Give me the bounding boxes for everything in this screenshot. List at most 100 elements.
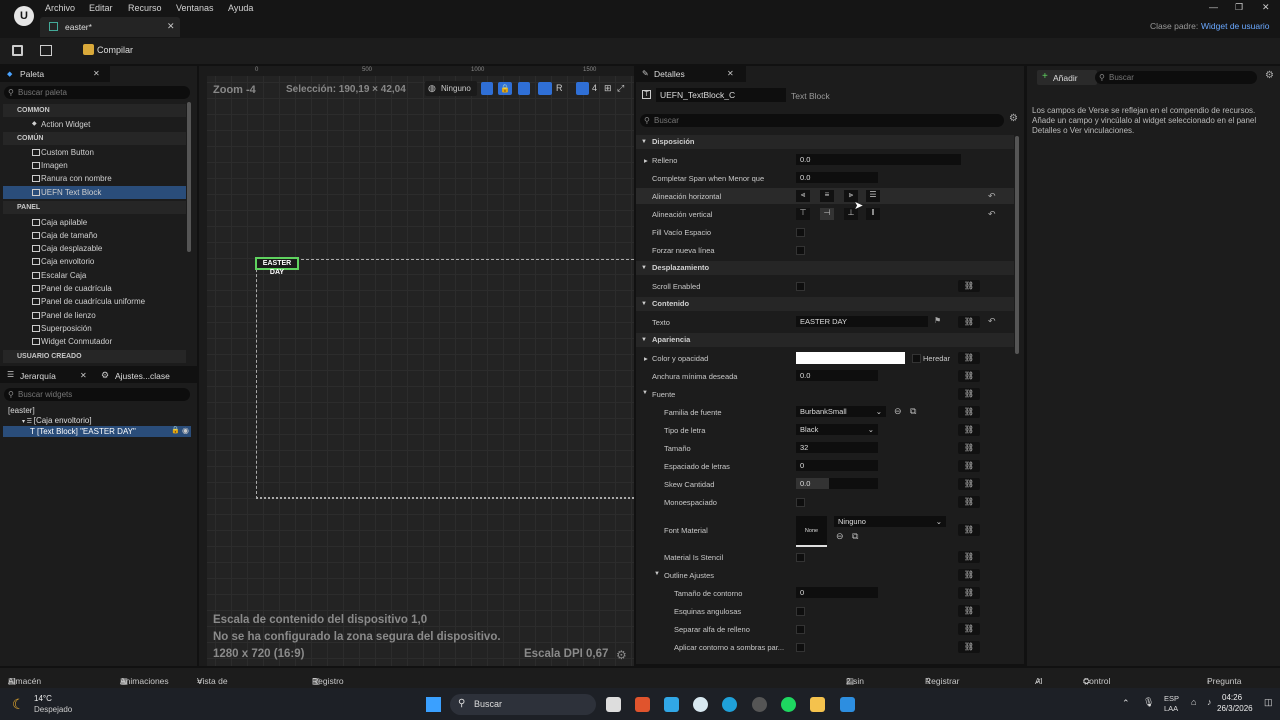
link-icon[interactable]: ⛓ [958, 370, 980, 382]
tree-node-root[interactable]: [easter] [8, 406, 35, 415]
details-scrollbar[interactable] [1015, 136, 1019, 354]
link-icon[interactable]: ⛓ [958, 496, 980, 508]
browse-icon[interactable] [40, 45, 52, 56]
widget-name-field[interactable]: UEFN_TextBlock_C [656, 88, 786, 102]
tray-chevron-icon[interactable]: ⌃ [1122, 698, 1130, 709]
verse-search[interactable]: ⚲ Buscar [1095, 71, 1257, 84]
palette-item-caja-tamano[interactable]: Caja de tamaño [3, 229, 186, 242]
parent-class-link[interactable]: Widget de usuario [1201, 21, 1270, 31]
material-dropdown[interactable]: Ninguno ⌄ [834, 516, 946, 527]
hierarchy-search-input[interactable]: Buscar widgets [18, 390, 72, 399]
weather-desc[interactable]: Despejado [34, 705, 72, 714]
localization-dropdown[interactable]: ◍ Ninguno [425, 81, 477, 96]
transform-toggle[interactable] [518, 82, 530, 95]
clock-time[interactable]: 04:26 [1222, 693, 1242, 702]
palette-close-icon[interactable]: ✕ [93, 69, 100, 78]
fit-icon[interactable]: ⊞ [604, 83, 612, 94]
tree-node-textblock[interactable]: T [Text Block] "EASTER DAY" 🔒 ◉ [3, 426, 191, 437]
lock-icon[interactable]: 🔒 [498, 82, 512, 95]
link-icon[interactable]: ⛓ [958, 352, 980, 364]
palette-item-superposicion[interactable]: Superposición [3, 322, 186, 335]
mono-checkbox[interactable] [796, 498, 805, 507]
inherit-checkbox[interactable] [912, 354, 921, 363]
menu-recurso[interactable]: Recurso [128, 3, 162, 13]
palette-search-input[interactable]: Buscar paleta [18, 88, 67, 97]
verse-search-input[interactable]: Buscar [1109, 73, 1134, 82]
browse-asset-icon[interactable]: ⊖ [836, 531, 844, 542]
separate-checkbox[interactable] [796, 625, 805, 634]
material-thumbnail[interactable]: None [796, 516, 827, 547]
palette-item-custom-button[interactable]: Custom Button [3, 146, 186, 159]
palette-item-panel-cuadricula-uniforme[interactable]: Panel de cuadrícula uniforme [3, 295, 186, 308]
asset-tab[interactable]: easter* ✕ [40, 17, 180, 37]
valign-top-icon[interactable]: ⊤ [796, 208, 810, 220]
color-swatch[interactable] [796, 352, 905, 364]
github-icon[interactable] [752, 697, 767, 712]
tree-node-wrapbox[interactable]: ▾ ☰ [Caja envoltorio] [22, 416, 92, 425]
edge-icon[interactable] [722, 697, 737, 712]
palette-item-panel-lienzo[interactable]: Panel de lienzo [3, 309, 186, 322]
fuente-collapse-icon[interactable]: ▼ [642, 390, 648, 396]
palette-item-widget-conmutador[interactable]: Widget Conmutador [3, 335, 186, 348]
link-icon[interactable]: ⛓ [958, 316, 980, 328]
align-fill-icon[interactable]: ☰ [866, 190, 880, 202]
tab-ajustes-clase[interactable]: Ajustes...clase [115, 371, 170, 381]
fullscreen-icon[interactable]: ⤢ [617, 83, 624, 94]
menu-ventanas[interactable]: Ventanas [176, 3, 214, 13]
spacing-input[interactable]: 0 [796, 460, 878, 471]
snap-grid-toggle[interactable] [481, 82, 493, 95]
link-icon[interactable]: ⛓ [958, 424, 980, 436]
unreal-logo-icon[interactable]: U [14, 6, 34, 26]
menu-archivo[interactable]: Archivo [45, 3, 75, 13]
palette-item-uefn-text-block[interactable]: UEFN Text Block [3, 186, 186, 199]
wrap-input[interactable]: 0.0 [796, 172, 878, 183]
angular-checkbox[interactable] [796, 607, 805, 616]
easter-day-widget[interactable]: EASTER DAY [255, 257, 299, 276]
texto-input[interactable]: EASTER DAY [796, 316, 928, 327]
dpi-settings-icon[interactable]: ⚙ [616, 648, 627, 662]
lang-1[interactable]: ESP [1164, 694, 1179, 703]
forzar-checkbox[interactable] [796, 246, 805, 255]
reset-icon[interactable]: ↶ [988, 191, 996, 202]
close-window-icon[interactable]: ✕ [1262, 2, 1270, 13]
outline-collapse-icon[interactable]: ▼ [654, 571, 660, 577]
valign-center-icon[interactable]: ⊣ [820, 208, 834, 220]
link-icon[interactable]: ⛓ [958, 406, 980, 418]
notifications-icon[interactable]: ◫ [1264, 697, 1273, 708]
compile-button[interactable]: Compilar [97, 45, 133, 55]
grid-snap-icon[interactable] [576, 82, 589, 95]
mic-icon[interactable]: 🎙 [1143, 697, 1154, 708]
palette-item-caja-desplazable[interactable]: Caja desplazable [3, 242, 186, 255]
palette-tab[interactable]: ◆ Paleta ✕ [0, 66, 110, 82]
save-icon[interactable] [12, 45, 23, 56]
details-tab[interactable]: ✎ Detalles ✕ [636, 66, 746, 82]
link-icon[interactable]: ⛓ [958, 569, 980, 581]
link-icon[interactable]: ⛓ [958, 605, 980, 617]
link-icon[interactable]: ⛓ [958, 478, 980, 490]
reset-icon[interactable]: ↶ [988, 209, 996, 220]
shadow-checkbox[interactable] [796, 643, 805, 652]
flag-icon[interactable]: ⚑ [934, 316, 941, 325]
app-icon[interactable] [664, 697, 679, 712]
link-icon[interactable]: ⛓ [958, 388, 980, 400]
section-comun[interactable]: COMÚN [3, 132, 186, 145]
menu-editar[interactable]: Editar [89, 3, 113, 13]
link-icon[interactable]: ⛓ [958, 280, 980, 292]
valign-fill-icon[interactable]: ‖ [866, 208, 880, 220]
section-common[interactable]: COMMON [3, 104, 186, 117]
respect-locks-icon[interactable] [538, 82, 552, 95]
palette-item-ranura[interactable]: Ranura con nombre [3, 172, 186, 185]
use-selected-icon[interactable]: ⧉ [910, 406, 916, 417]
details-search-input[interactable]: Buscar [654, 116, 679, 125]
size-input[interactable]: 32 [796, 442, 878, 453]
relleno-expand-icon[interactable]: ▸ [644, 156, 648, 165]
palette-item-escalar-caja[interactable]: Escalar Caja [3, 269, 186, 282]
lock-icon[interactable]: 🔒 [171, 426, 180, 434]
rotate-toggle[interactable]: R [556, 83, 563, 93]
maximize-icon[interactable]: ❐ [1235, 2, 1243, 13]
palette-item-caja-envoltorio[interactable]: Caja envoltorio [3, 255, 186, 268]
section-contenido[interactable]: ▼ Contenido [636, 297, 1014, 311]
hierarchy-search[interactable]: ⚲ Buscar widgets [4, 388, 190, 401]
hierarchy-close-icon[interactable]: ✕ [80, 371, 87, 380]
settings-gear-icon[interactable]: ⚙ [1009, 113, 1018, 124]
